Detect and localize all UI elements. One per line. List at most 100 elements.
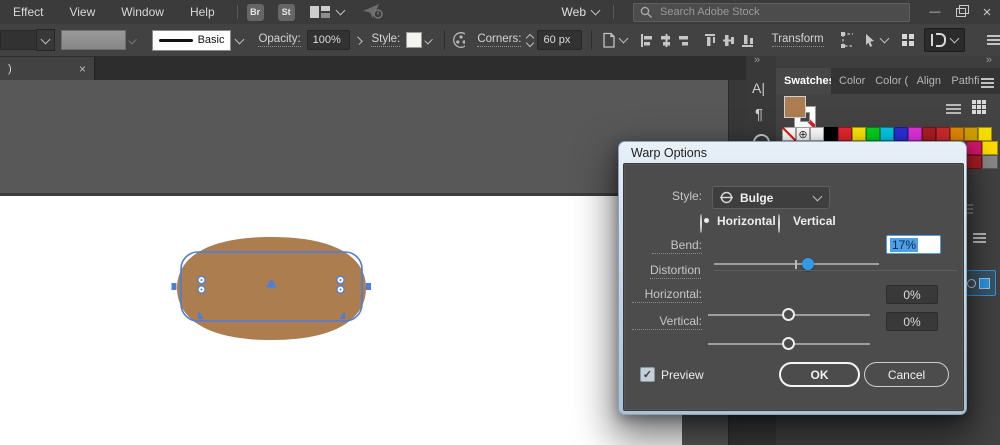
align-bottom-icon[interactable] [740, 32, 753, 49]
fill-proxy[interactable] [784, 96, 806, 118]
control-panel-menu-icon[interactable] [987, 33, 1000, 47]
swatch[interactable] [908, 127, 922, 141]
menu-view[interactable]: View [56, 0, 108, 24]
swatch[interactable] [824, 127, 838, 141]
align-left-icon[interactable] [639, 32, 652, 49]
align-horizontal-center-icon[interactable] [658, 32, 671, 49]
bend-slider-handle[interactable] [802, 258, 814, 270]
swatch[interactable] [966, 155, 982, 169]
swatch[interactable] [966, 141, 982, 155]
bend-slider[interactable] [714, 258, 879, 270]
character-panel-icon[interactable]: A| [752, 80, 765, 96]
swatch[interactable] [880, 127, 894, 141]
transform-label[interactable]: Transform [771, 33, 824, 47]
recolor-artwork-icon[interactable] [452, 31, 466, 49]
width-profile-chevron[interactable] [128, 35, 138, 45]
stroke-weight-chevron[interactable] [36, 29, 56, 51]
graphic-style-chevron[interactable] [424, 35, 433, 45]
right-edge-anchor[interactable] [366, 283, 371, 290]
swatch-none[interactable] [782, 127, 796, 141]
swatch[interactable] [866, 127, 880, 141]
swatch-options-icon[interactable] [973, 231, 986, 245]
shape-modes-icon[interactable] [902, 34, 915, 46]
swatch[interactable] [838, 127, 852, 141]
distortion-vertical-field[interactable]: 0% [886, 312, 938, 331]
isolate-selection-icon[interactable] [863, 33, 890, 48]
bridge-icon[interactable]: Br [246, 3, 264, 21]
preview-label[interactable]: Preview [661, 368, 704, 382]
list-view-icon[interactable] [946, 102, 961, 116]
vertical-radio-label[interactable]: Vertical [793, 214, 836, 228]
distortion-horizontal-slider[interactable] [708, 308, 870, 321]
menu-help[interactable]: Help [177, 0, 228, 24]
opacity-expand-chevron[interactable] [354, 35, 364, 45]
width-profile-select[interactable] [61, 30, 127, 50]
tab-align[interactable]: Align [909, 68, 944, 94]
opacity-field[interactable]: 100% [306, 30, 350, 50]
graphic-style-label[interactable]: Style: [371, 33, 401, 47]
align-right-icon[interactable] [676, 32, 689, 49]
vertical-radio[interactable] [778, 214, 780, 233]
tab-color[interactable]: Color [831, 68, 867, 94]
cancel-button[interactable]: Cancel [864, 362, 949, 387]
document-setup-icon[interactable] [601, 32, 629, 49]
distortion-horizontal-handle[interactable] [782, 308, 795, 321]
align-top-icon[interactable] [703, 32, 716, 49]
bend-label[interactable]: Bend: [652, 238, 702, 254]
close-button[interactable]: × [974, 0, 1000, 24]
swatch-group-folder-icon[interactable] [982, 155, 998, 169]
collapse-dock-icon[interactable]: » [754, 54, 760, 66]
stroke-weight-select[interactable] [0, 30, 37, 50]
horizontal-radio-label[interactable]: Horizontal [717, 214, 776, 228]
snap-options-button[interactable] [924, 28, 966, 52]
ok-button[interactable]: OK [779, 362, 860, 387]
swatch[interactable] [810, 127, 824, 141]
menu-effect[interactable]: Effect [0, 0, 56, 24]
share-sync-icon[interactable] [362, 3, 384, 22]
stock-search-box[interactable] [633, 2, 910, 22]
swatch[interactable] [922, 127, 936, 141]
swatch[interactable] [894, 127, 908, 141]
search-input[interactable] [658, 5, 903, 19]
distortion-horizontal-field[interactable]: 0% [886, 285, 938, 304]
corners-stepper[interactable] [526, 31, 535, 49]
swatch-registration[interactable]: ⊕ [796, 127, 810, 141]
grid-view-icon[interactable] [972, 100, 986, 114]
distortion-vertical-handle[interactable] [782, 337, 795, 350]
preview-checkbox[interactable]: ✓ [640, 367, 655, 382]
document-tab-close-icon[interactable]: × [79, 62, 86, 76]
tab-pathfinder[interactable]: Pathfi [943, 68, 981, 94]
swatch[interactable] [852, 127, 866, 141]
swatch[interactable] [964, 127, 978, 141]
distortion-vertical-slider[interactable] [708, 337, 870, 350]
horizontal-radio[interactable] [700, 214, 702, 233]
swatch[interactable] [950, 127, 964, 141]
minimize-button[interactable]: — [922, 0, 948, 24]
swatch[interactable] [978, 127, 992, 141]
free-transform-icon[interactable] [840, 31, 854, 49]
tab-color-guide[interactable]: Color ( [867, 68, 908, 94]
brush-chevron[interactable] [231, 30, 248, 51]
left-edge-anchor[interactable] [171, 283, 177, 290]
stock-icon[interactable]: St [277, 3, 295, 21]
graphic-style-swatch[interactable] [406, 32, 422, 48]
panel-menu-icon[interactable] [981, 76, 994, 94]
opacity-label[interactable]: Opacity: [258, 33, 301, 47]
corners-label[interactable]: Corners: [477, 33, 522, 47]
document-tab[interactable]: ) × [0, 57, 95, 80]
collapse-panel-icon[interactable]: » [986, 54, 992, 66]
restore-button[interactable] [948, 0, 974, 24]
align-vertical-center-icon[interactable] [721, 32, 734, 49]
swatch[interactable] [982, 141, 998, 155]
corners-field[interactable]: 60 px [537, 30, 583, 50]
warp-style-select[interactable]: Bulge [712, 186, 830, 209]
tab-swatches[interactable]: Swatches [776, 68, 831, 94]
arrange-documents-icon[interactable] [309, 5, 346, 19]
brush-definition[interactable]: Basic [151, 29, 232, 51]
workspace-switcher[interactable]: Web [562, 5, 601, 19]
paragraph-panel-icon[interactable]: ¶ [755, 106, 763, 123]
swatch[interactable] [936, 127, 950, 141]
menu-window[interactable]: Window [108, 0, 177, 24]
bend-value-field[interactable]: 17% [886, 235, 941, 254]
distortion-horizontal-label[interactable]: Horizontal: [632, 287, 702, 303]
